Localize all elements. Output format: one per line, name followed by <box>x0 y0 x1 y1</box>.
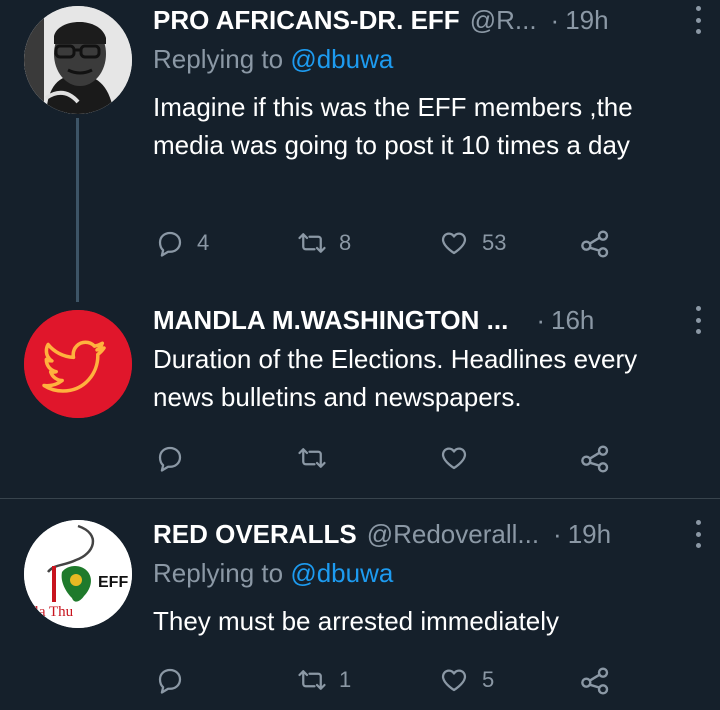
retweet-button[interactable]: 1 <box>297 662 351 698</box>
heart-icon <box>441 232 467 255</box>
share-button[interactable] <box>579 225 611 261</box>
replying-to: Replying to @dbuwa <box>153 558 394 588</box>
retweet-button[interactable] <box>297 440 327 476</box>
retweet-count: 8 <box>339 230 352 255</box>
tweet-1[interactable]: PRO AFRICANS-DR. EFF @R... · 19h Replyin… <box>0 0 720 302</box>
author-name[interactable]: RED OVERALLS <box>153 519 357 550</box>
share-button[interactable] <box>579 440 611 476</box>
author-name[interactable]: MANDLA M.WASHINGTON ... <box>153 305 508 336</box>
mention-link[interactable]: @dbuwa <box>290 558 393 588</box>
reply-icon <box>158 231 182 257</box>
share-icon <box>581 667 609 695</box>
like-button[interactable]: 53 <box>438 225 506 261</box>
tweet-text: They must be arrested immediately <box>153 606 560 636</box>
reply-button[interactable] <box>155 440 185 476</box>
replying-to: Replying to @dbuwa <box>153 44 394 74</box>
like-count: 53 <box>482 230 507 255</box>
tweet-time[interactable]: 19h <box>565 5 608 36</box>
separator-dot: · <box>553 518 562 549</box>
mention-link[interactable]: @dbuwa <box>290 44 393 74</box>
heart-icon <box>441 447 467 470</box>
tweet-3[interactable]: EFF ela Thu RED OVERALLS @Redoverall... … <box>0 514 720 710</box>
like-button[interactable] <box>438 440 470 476</box>
more-options-icon[interactable] <box>692 306 704 334</box>
author-handle[interactable]: @Redoverall... <box>367 519 539 550</box>
share-button[interactable] <box>579 662 611 698</box>
logo-text-eff: EFF <box>98 574 129 591</box>
tweet-text: Duration of the Elections. Headlines eve… <box>153 344 638 412</box>
retweet-icon <box>298 233 326 253</box>
separator-dot: · <box>536 304 545 335</box>
more-options-icon[interactable] <box>692 520 704 548</box>
author-handle[interactable]: @R... <box>470 5 537 36</box>
reply-button[interactable]: 4 <box>155 225 209 261</box>
portrait-image <box>24 6 132 114</box>
more-options-icon[interactable] <box>692 6 704 34</box>
avatar-pro-africans[interactable] <box>24 6 132 114</box>
logo-text-slogan: ela Thu <box>28 604 74 620</box>
bird-icon <box>24 310 132 418</box>
retweet-count: 1 <box>339 667 352 692</box>
retweet-icon <box>298 448 326 468</box>
separator-dot: · <box>550 4 560 35</box>
reply-icon <box>158 668 182 694</box>
reply-count: 4 <box>197 230 210 255</box>
author-name[interactable]: PRO AFRICANS-DR. EFF <box>153 5 460 36</box>
like-button[interactable]: 5 <box>438 662 494 698</box>
thread-line <box>76 118 79 302</box>
reply-button[interactable] <box>155 662 185 698</box>
avatar-mandla[interactable] <box>24 310 132 418</box>
tweet-divider <box>0 498 720 499</box>
tweet-2[interactable]: MANDLA M.WASHINGTON ... · 16h Duration o… <box>0 300 720 496</box>
heart-icon <box>441 669 467 692</box>
reply-icon <box>158 446 182 472</box>
retweet-button[interactable]: 8 <box>297 225 351 261</box>
retweet-icon <box>298 670 326 690</box>
like-count: 5 <box>482 667 495 692</box>
share-icon <box>581 230 609 258</box>
tweet-time[interactable]: 19h <box>568 519 611 550</box>
share-icon <box>581 445 609 473</box>
tweet-time[interactable]: 16h <box>551 305 594 336</box>
avatar-red-overalls[interactable]: EFF ela Thu <box>24 520 132 628</box>
tweet-text: Imagine if this was the EFF members ,the… <box>153 92 633 160</box>
